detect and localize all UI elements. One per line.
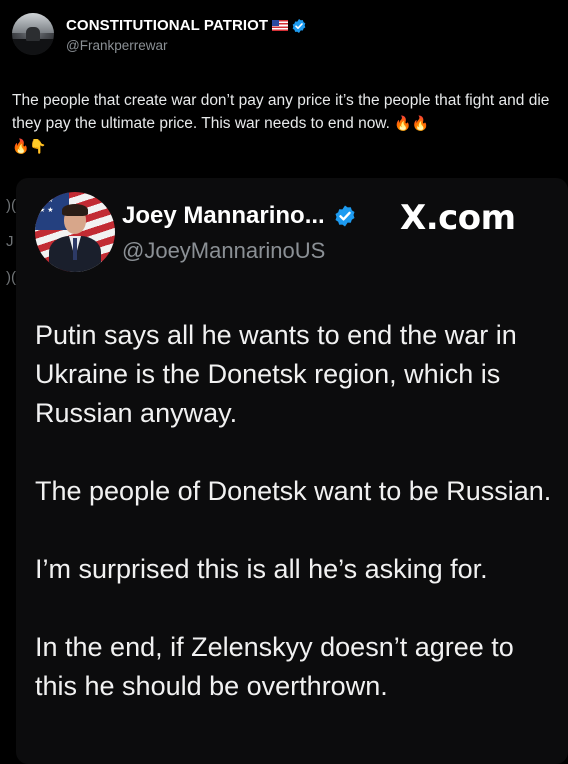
embedded-author-handle: @JoeyMannarinoUS bbox=[122, 238, 326, 263]
embedded-tweet-text: Putin says all he wants to end the war i… bbox=[35, 316, 560, 745]
author-name-row[interactable]: CONSTITUTIONAL PATRIOT bbox=[66, 17, 307, 34]
embedded-paragraph: The people of Donetsk want to be Russian… bbox=[35, 476, 552, 506]
pointing-down-emoji-icon: 🔥👇 bbox=[12, 138, 47, 154]
tweet-text: The people that create war don’t pay any… bbox=[12, 90, 552, 158]
verified-badge-icon bbox=[292, 18, 306, 33]
verified-badge-icon bbox=[335, 205, 355, 227]
embedded-paragraph: I’m surprised this is all he’s asking fo… bbox=[35, 554, 488, 584]
embedded-paragraph: In the end, if Zelenskyy doesn’t agree t… bbox=[35, 632, 514, 701]
embedded-author-name: Joey Mannarino... bbox=[122, 202, 325, 229]
x-com-logo: X.com bbox=[400, 198, 516, 238]
embedded-author-name-row: Joey Mannarino... bbox=[122, 202, 357, 230]
fire-emoji-icon: 🔥🔥 bbox=[394, 115, 430, 131]
background-fragments: )( J )( bbox=[6, 188, 16, 296]
embedded-tweet-image[interactable]: Joey Mannarino... @JoeyMannarinoUS X.com… bbox=[16, 178, 568, 764]
embedded-author-avatar bbox=[35, 192, 115, 272]
us-flag-icon bbox=[272, 20, 289, 31]
fragment: J bbox=[6, 233, 14, 250]
embedded-paragraph: Putin says all he wants to end the war i… bbox=[35, 320, 517, 428]
fragment: )( bbox=[6, 269, 16, 286]
author-handle[interactable]: @Frankperrewar bbox=[66, 38, 167, 53]
fragment: )( bbox=[6, 197, 16, 214]
author-name[interactable]: CONSTITUTIONAL PATRIOT bbox=[66, 17, 268, 34]
tweet-body: The people that create war don’t pay any… bbox=[12, 92, 550, 132]
screenshot-page: CONSTITUTIONAL PATRIOT @Frankperrewar Th… bbox=[0, 0, 568, 764]
author-avatar[interactable] bbox=[12, 13, 54, 55]
